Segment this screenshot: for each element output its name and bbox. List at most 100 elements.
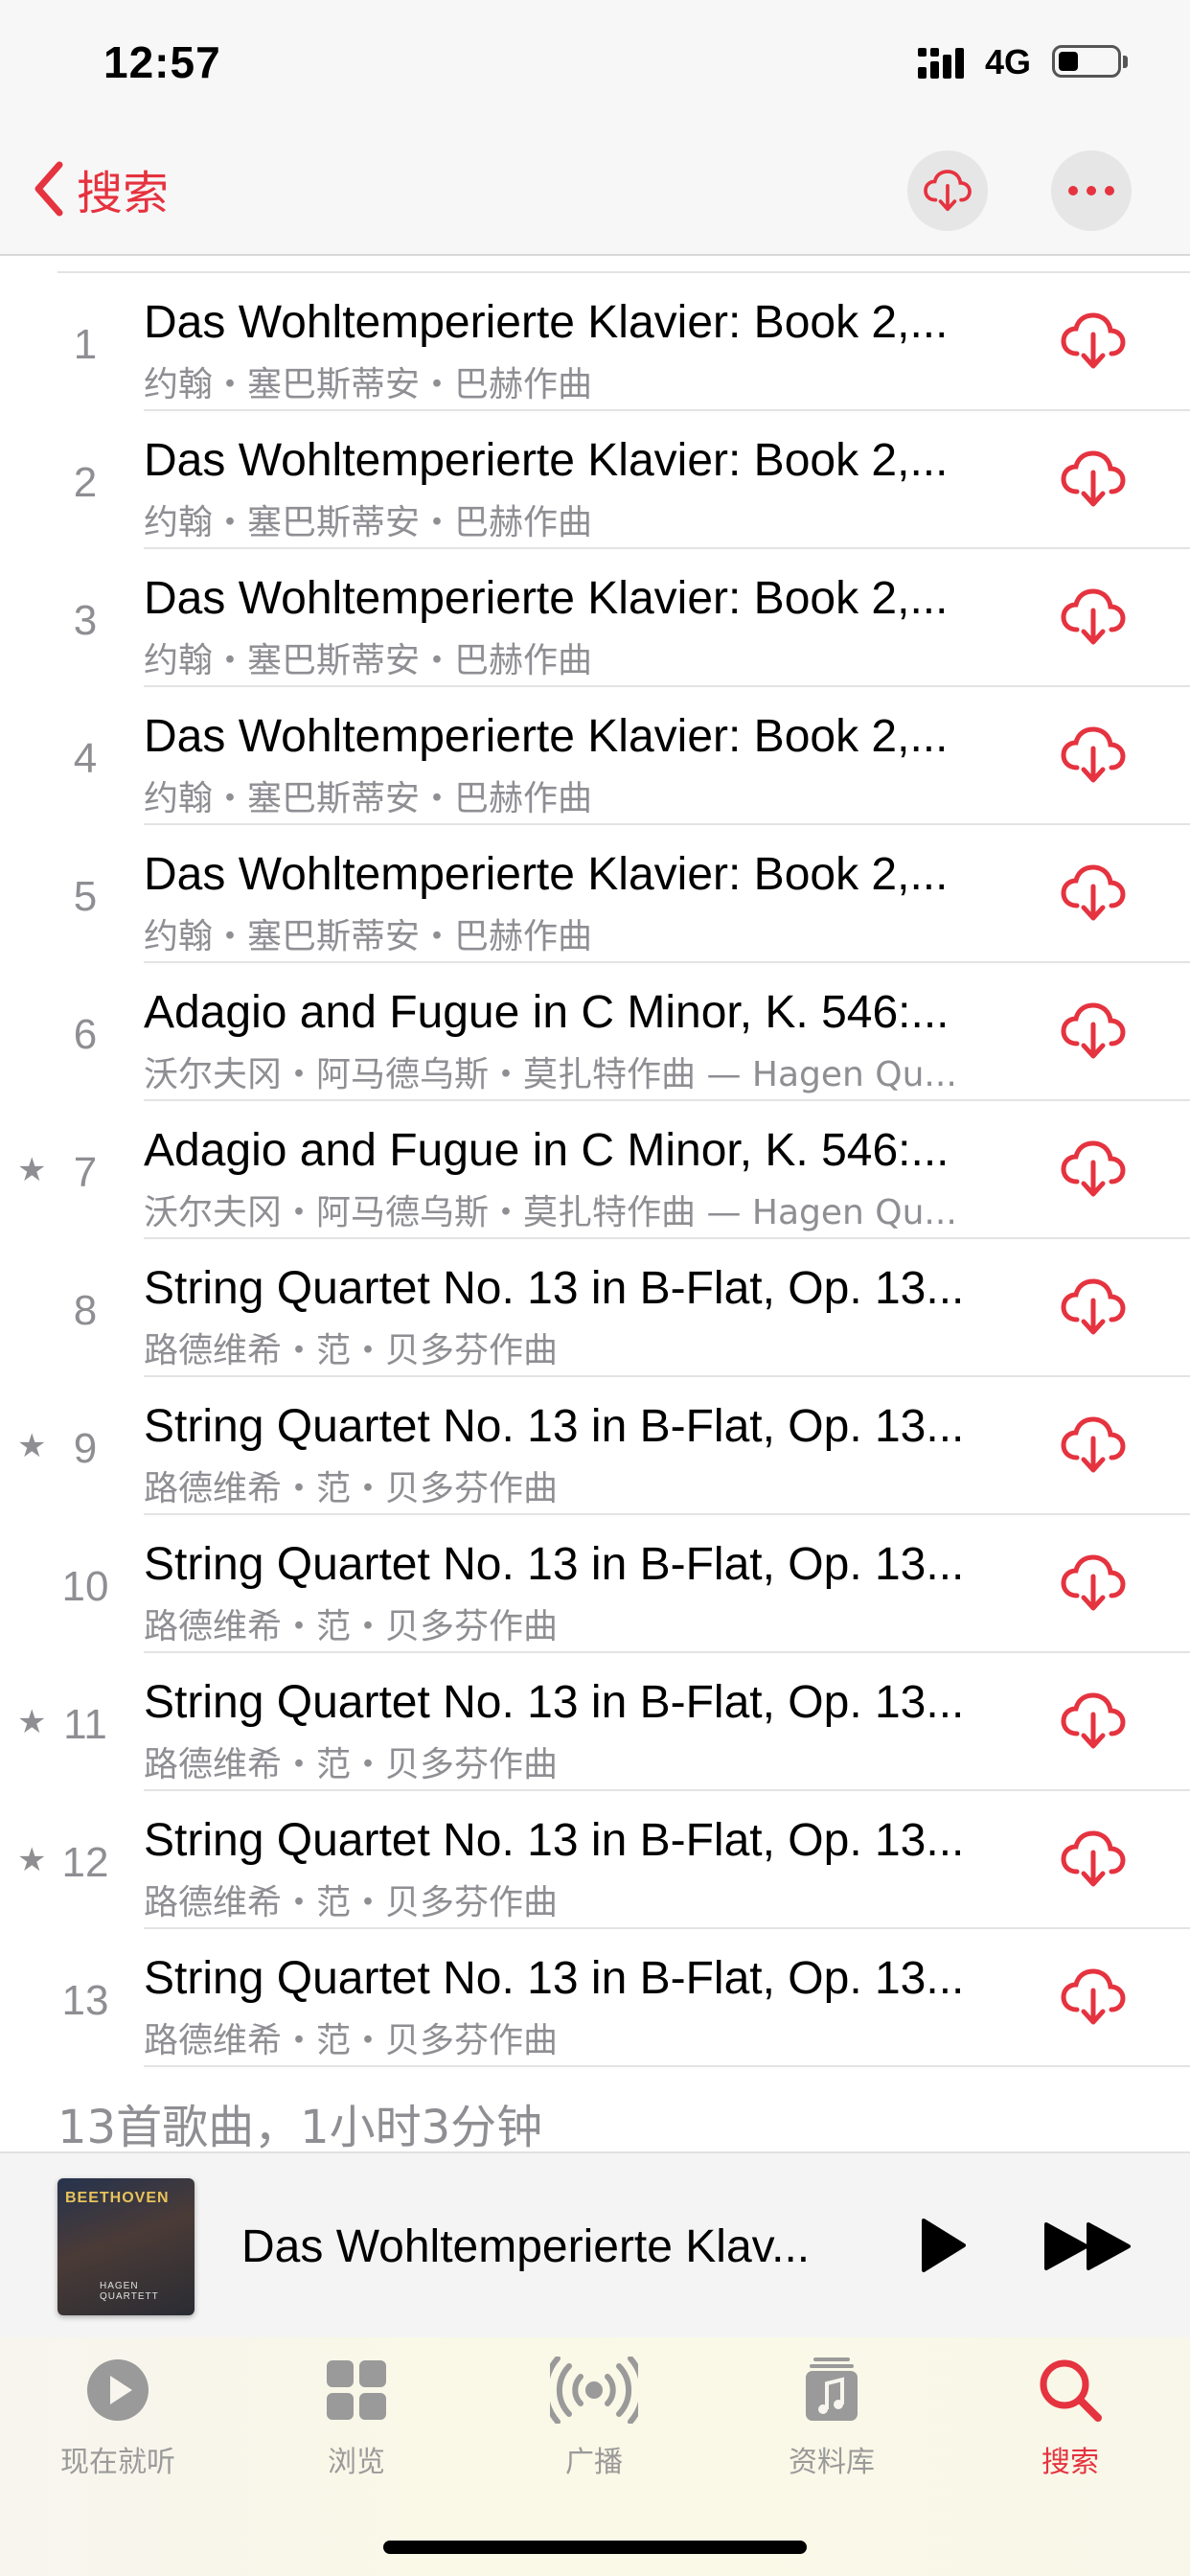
cloud-download-icon[interactable] bbox=[1060, 1691, 1127, 1751]
tab-label: 搜索 bbox=[1041, 2446, 1099, 2479]
cloud-download-icon[interactable] bbox=[1060, 1829, 1127, 1889]
radio-broadcast-icon bbox=[542, 2356, 646, 2425]
track-number: 5 bbox=[73, 873, 98, 920]
track-title: String Quartet No. 13 in B-Flat, Op. 13.… bbox=[144, 1677, 965, 1728]
track-row[interactable]: ★ 8 String Quartet No. 13 in B-Flat, Op.… bbox=[0, 1239, 1190, 1377]
battery-icon bbox=[1052, 45, 1121, 78]
track-row[interactable]: ★ 13 String Quartet No. 13 in B-Flat, Op… bbox=[0, 1929, 1190, 2067]
track-row[interactable]: ★ 4 Das Wohltemperierte Klavier: Book 2,… bbox=[0, 687, 1190, 825]
cloud-download-icon[interactable] bbox=[1060, 725, 1127, 785]
track-row[interactable]: ★ 7 Adagio and Fugue in C Minor, K. 546:… bbox=[0, 1101, 1190, 1239]
cloud-download-icon[interactable] bbox=[1060, 1967, 1127, 2027]
track-title: Das Wohltemperierte Klavier: Book 2,... bbox=[144, 573, 949, 624]
chevron-left-icon bbox=[34, 161, 63, 217]
track-row[interactable]: ★ 6 Adagio and Fugue in C Minor, K. 546:… bbox=[0, 963, 1190, 1101]
cloud-download-icon[interactable] bbox=[1060, 311, 1127, 371]
track-subtitle: 约翰・塞巴斯蒂安・巴赫作曲 bbox=[144, 917, 593, 956]
status-bar: 12:57 4G bbox=[0, 0, 1190, 134]
cloud-download-icon[interactable] bbox=[1060, 587, 1127, 647]
track-number: 9 bbox=[73, 1425, 98, 1472]
track-number: 12 bbox=[61, 1839, 109, 1886]
cloud-download-icon[interactable] bbox=[1060, 1415, 1127, 1475]
track-subtitle: 路德维希・范・贝多芬作曲 bbox=[144, 1607, 559, 1646]
tab-label: 现在就听 bbox=[60, 2446, 175, 2479]
track-subtitle: 约翰・塞巴斯蒂安・巴赫作曲 bbox=[144, 779, 593, 818]
home-indicator[interactable] bbox=[383, 2541, 807, 2554]
track-title: String Quartet No. 13 in B-Flat, Op. 13.… bbox=[144, 1263, 965, 1314]
track-row[interactable]: ★ 9 String Quartet No. 13 in B-Flat, Op.… bbox=[0, 1377, 1190, 1515]
track-subtitle: 路德维希・范・贝多芬作曲 bbox=[144, 1469, 559, 1508]
mini-player[interactable]: BEETHOVEN HAGEN QUARTETT Das Wohltemperi… bbox=[0, 2151, 1190, 2339]
track-row[interactable]: ★ 12 String Quartet No. 13 in B-Flat, Op… bbox=[0, 1791, 1190, 1929]
play-circle-icon bbox=[87, 2359, 149, 2421]
cloud-download-icon[interactable] bbox=[1060, 1139, 1127, 1199]
search-icon bbox=[1040, 2359, 1102, 2422]
more-button[interactable] bbox=[1051, 150, 1132, 231]
track-number: 10 bbox=[61, 1563, 109, 1610]
back-button[interactable]: 搜索 bbox=[33, 155, 169, 222]
track-title: String Quartet No. 13 in B-Flat, Op. 13.… bbox=[144, 1815, 965, 1866]
tab-browse[interactable]: 浏览 bbox=[261, 2357, 452, 2480]
track-subtitle: 沃尔夫冈・阿马德乌斯・莫扎特作曲 — Hagen Qu... bbox=[144, 1055, 957, 1094]
track-subtitle: 路德维希・范・贝多芬作曲 bbox=[144, 1745, 559, 1784]
album-summary: 13首歌曲，1小时3分钟 bbox=[57, 2101, 543, 2154]
track-number: 7 bbox=[73, 1149, 98, 1196]
battery-level bbox=[1059, 52, 1078, 71]
tab-label: 浏览 bbox=[328, 2446, 385, 2479]
artwork-title: BEETHOVEN bbox=[65, 2190, 170, 2206]
tab-library[interactable]: 资料库 bbox=[736, 2357, 927, 2480]
track-subtitle: 沃尔夫冈・阿马德乌斯・莫扎特作曲 — Hagen Qu... bbox=[144, 1193, 957, 1232]
cloud-download-icon[interactable] bbox=[1060, 449, 1127, 509]
network-type: 4G bbox=[985, 42, 1032, 81]
track-subtitle: 约翰・塞巴斯蒂安・巴赫作曲 bbox=[144, 365, 593, 404]
track-number: 6 bbox=[73, 1011, 98, 1058]
track-title: String Quartet No. 13 in B-Flat, Op. 13.… bbox=[144, 1401, 965, 1452]
star-icon: ★ bbox=[17, 1428, 47, 1464]
track-title: String Quartet No. 13 in B-Flat, Op. 13.… bbox=[144, 1953, 965, 2004]
back-label: 搜索 bbox=[77, 167, 170, 220]
track-row[interactable]: ★ 2 Das Wohltemperierte Klavier: Book 2,… bbox=[0, 411, 1190, 549]
grid-icon bbox=[327, 2360, 386, 2420]
cloud-download-icon[interactable] bbox=[1060, 1001, 1127, 1061]
track-subtitle: 路德维希・范・贝多芬作曲 bbox=[144, 2021, 559, 2060]
tab-label: 广播 bbox=[565, 2446, 623, 2479]
track-number: 3 bbox=[73, 597, 98, 644]
track-number: 2 bbox=[73, 459, 98, 506]
cloud-download-icon[interactable] bbox=[1060, 1277, 1127, 1337]
music-library-icon bbox=[806, 2358, 858, 2421]
star-icon: ★ bbox=[17, 1842, 47, 1878]
track-title: Das Wohltemperierte Klavier: Book 2,... bbox=[144, 711, 949, 762]
track-title: Adagio and Fugue in C Minor, K. 546:... bbox=[144, 1125, 950, 1176]
track-list: ★ 1 Das Wohltemperierte Klavier: Book 2,… bbox=[0, 271, 1190, 2067]
track-number: 8 bbox=[73, 1287, 98, 1334]
nav-bar: 搜索 bbox=[0, 134, 1190, 256]
track-subtitle: 约翰・塞巴斯蒂安・巴赫作曲 bbox=[144, 503, 593, 542]
tab-listen-now[interactable]: 现在就听 bbox=[22, 2357, 214, 2480]
cloud-download-icon[interactable] bbox=[1060, 1553, 1127, 1613]
tab-radio[interactable]: 广播 bbox=[498, 2356, 690, 2480]
track-row[interactable]: ★ 5 Das Wohltemperierte Klavier: Book 2,… bbox=[0, 825, 1190, 963]
track-subtitle: 路德维希・范・贝多芬作曲 bbox=[144, 1883, 559, 1922]
track-row[interactable]: ★ 3 Das Wohltemperierte Klavier: Book 2,… bbox=[0, 549, 1190, 687]
track-row[interactable]: ★ 1 Das Wohltemperierte Klavier: Book 2,… bbox=[0, 273, 1190, 411]
star-icon: ★ bbox=[17, 1704, 47, 1740]
tab-search[interactable]: 搜索 bbox=[974, 2357, 1166, 2480]
status-time: 12:57 bbox=[103, 37, 221, 87]
track-title: Das Wohltemperierte Klavier: Book 2,... bbox=[144, 435, 949, 486]
track-title: Adagio and Fugue in C Minor, K. 546:... bbox=[144, 987, 950, 1038]
track-number: 11 bbox=[63, 1701, 107, 1748]
play-icon[interactable] bbox=[918, 2217, 968, 2274]
star-icon: ★ bbox=[17, 1152, 47, 1188]
album-artwork[interactable]: BEETHOVEN HAGEN QUARTETT bbox=[57, 2178, 195, 2315]
fast-forward-icon[interactable] bbox=[1042, 2220, 1134, 2272]
track-row[interactable]: ★ 11 String Quartet No. 13 in B-Flat, Op… bbox=[0, 1653, 1190, 1791]
track-row[interactable]: ★ 10 String Quartet No. 13 in B-Flat, Op… bbox=[0, 1515, 1190, 1653]
tab-label: 资料库 bbox=[789, 2446, 875, 2479]
track-subtitle: 约翰・塞巴斯蒂安・巴赫作曲 bbox=[144, 641, 593, 680]
track-subtitle: 路德维希・范・贝多芬作曲 bbox=[144, 1331, 559, 1370]
cellular-signal-icon bbox=[918, 48, 964, 79]
download-all-button[interactable] bbox=[907, 150, 988, 231]
cloud-download-icon[interactable] bbox=[1060, 863, 1127, 923]
now-playing-title[interactable]: Das Wohltemperierte Klav... bbox=[241, 2220, 855, 2273]
track-title: Das Wohltemperierte Klavier: Book 2,... bbox=[144, 849, 949, 900]
